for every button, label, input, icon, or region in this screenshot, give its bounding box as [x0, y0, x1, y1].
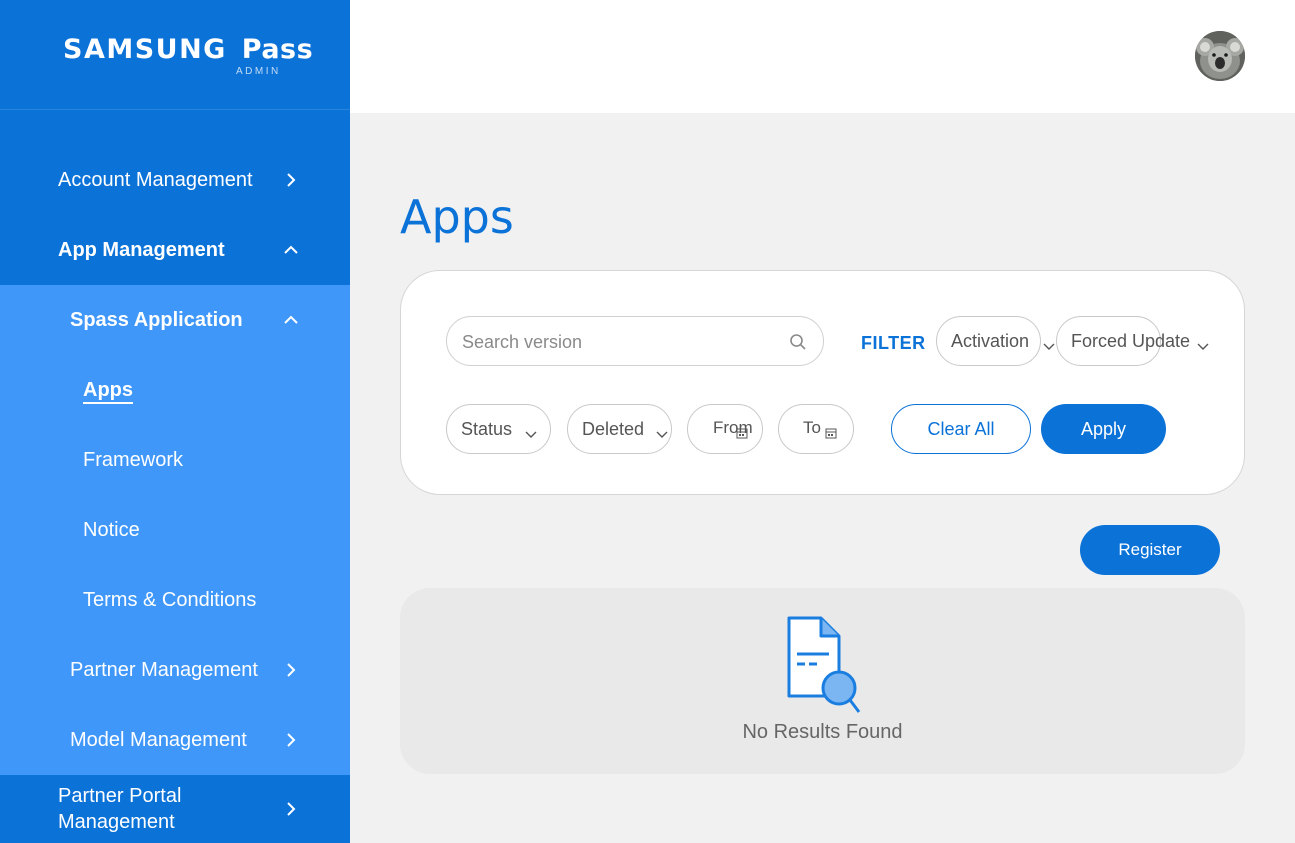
deleted-dropdown[interactable]: Deleted: [567, 404, 672, 454]
clear-all-button[interactable]: Clear All: [891, 404, 1031, 454]
search-input[interactable]: [462, 329, 782, 355]
top-header: [350, 0, 1295, 113]
sidebar-item-label-line2: Management: [58, 811, 175, 833]
chevron-down-icon: [1197, 336, 1209, 350]
brand-logo[interactable]: SAMSUNG Pass ADMIN: [0, 0, 350, 110]
register-button[interactable]: Register: [1080, 525, 1220, 575]
filter-card: FILTER Activation Forced Update Status D…: [400, 270, 1245, 495]
sidebar-item-partner-management[interactable]: Partner Management: [0, 635, 350, 705]
sidebar-item-label: Partner Management: [70, 658, 258, 681]
status-dropdown[interactable]: Status: [446, 404, 551, 454]
empty-results-message: No Results Found: [742, 721, 903, 743]
activation-dropdown-label: Activation: [951, 330, 1030, 351]
chevron-down-icon: [656, 424, 668, 438]
activation-dropdown[interactable]: Activation: [936, 316, 1055, 366]
brand-sub: ADMIN: [236, 66, 281, 77]
sidebar-item-label: Spass Application: [70, 308, 243, 331]
status-dropdown-label: Status: [461, 418, 513, 439]
sidebar-item-framework[interactable]: Framework: [0, 425, 350, 495]
brand-name-samsung: SAMSUNG: [63, 34, 227, 65]
sidebar-item-label-line1: Partner Portal: [58, 785, 182, 807]
forced-update-dropdown-label: Forced Update: [1071, 330, 1191, 351]
sidebar-item-label: App Management: [58, 238, 225, 261]
chevron-down-icon: [1043, 336, 1055, 350]
sidebar-item-partner-portal-management[interactable]: Partner Portal Management: [0, 775, 350, 843]
forced-update-dropdown[interactable]: Forced Update: [1056, 316, 1209, 366]
sidebar-item-model-management[interactable]: Model Management: [0, 705, 350, 775]
sidebar-item-label: Notice: [83, 518, 140, 541]
chevron-right-icon: [282, 661, 300, 679]
sidebar-item-label: Partner Portal Management: [58, 783, 181, 835]
search-icon[interactable]: [789, 333, 807, 351]
sidebar-item-app-management[interactable]: App Management: [0, 215, 350, 285]
sidebar-item-label: Model Management: [70, 728, 247, 751]
chevron-right-icon: [282, 171, 300, 189]
brand-name: SAMSUNG Pass: [63, 34, 313, 65]
sidebar-item-label: Account Management: [58, 168, 253, 191]
chevron-right-icon: [282, 731, 300, 749]
chevron-down-icon: [525, 424, 537, 438]
apply-button[interactable]: Apply: [1041, 404, 1166, 454]
sidebar-item-label: Terms & Conditions: [83, 588, 257, 611]
to-date-label: To: [803, 418, 821, 437]
sidebar-item-notice[interactable]: Notice: [0, 495, 350, 565]
to-date-field[interactable]: To: [778, 404, 854, 454]
calendar-icon: [825, 423, 837, 439]
calendar-icon: [736, 423, 748, 439]
sidebar-item-account-management[interactable]: Account Management: [0, 145, 350, 215]
sidebar-item-spass-application[interactable]: Spass Application: [0, 285, 350, 355]
koala-avatar-icon: [1195, 31, 1245, 81]
sidebar-item-terms-conditions[interactable]: Terms & Conditions: [0, 565, 350, 635]
search-field[interactable]: [446, 316, 824, 366]
page-title: Apps: [400, 190, 514, 244]
avatar[interactable]: [1195, 31, 1245, 81]
results-panel: No Results Found: [400, 588, 1245, 774]
brand-name-pass: Pass: [241, 34, 314, 65]
document-search-icon: [783, 616, 863, 716]
sidebar-item-label: Framework: [83, 448, 184, 471]
filter-label: FILTER: [861, 333, 926, 353]
chevron-up-icon: [282, 241, 300, 259]
sidebar-item-apps[interactable]: Apps: [0, 355, 350, 425]
chevron-right-icon: [282, 800, 300, 818]
deleted-dropdown-label: Deleted: [582, 418, 645, 439]
chevron-up-icon: [282, 311, 300, 329]
from-date-field[interactable]: From: [687, 404, 763, 454]
sidebar: SAMSUNG Pass ADMIN Account Management Ap…: [0, 0, 350, 843]
sidebar-item-label: Apps: [83, 378, 133, 401]
